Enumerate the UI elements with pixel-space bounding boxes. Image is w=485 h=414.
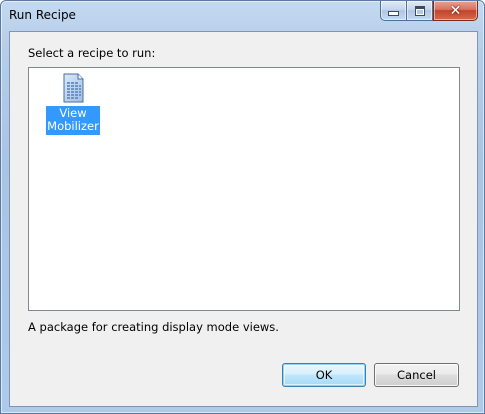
minimize-icon [388, 11, 399, 16]
recipe-item-label: View Mobilizer [46, 106, 100, 135]
recipe-prompt-label: Select a recipe to run: [28, 46, 156, 60]
dialog-body: Select a recipe to run: View Mobilizer A… [9, 31, 478, 407]
cancel-button[interactable]: Cancel [374, 363, 459, 387]
window-title: Run Recipe [9, 8, 76, 22]
minimize-button[interactable] [380, 1, 406, 21]
recipe-list[interactable]: View Mobilizer [28, 67, 460, 311]
close-button[interactable]: ✕ [433, 1, 478, 21]
maximize-icon [414, 5, 425, 16]
title-bar[interactable]: Run Recipe ✕ [1, 1, 484, 31]
close-icon: ✕ [449, 2, 462, 19]
recipe-description: A package for creating display mode view… [28, 320, 279, 334]
recipe-item-view-mobilizer[interactable]: View Mobilizer [46, 72, 100, 135]
maximize-button[interactable] [406, 1, 433, 21]
document-icon [63, 73, 84, 103]
caption-buttons: ✕ [380, 1, 478, 21]
recipe-label-line2: Mobilizer [47, 119, 99, 133]
run-recipe-window: Run Recipe ✕ Select a recipe to run: Vie… [0, 0, 485, 414]
ok-button[interactable]: OK [282, 363, 366, 387]
